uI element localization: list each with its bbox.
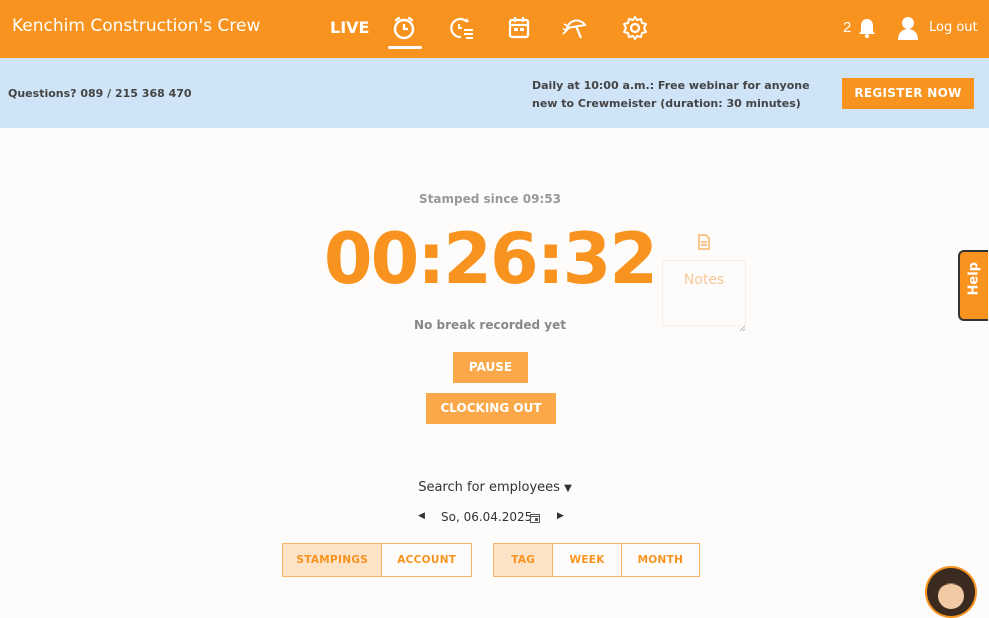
help-label: Help: [966, 262, 982, 296]
user-icon[interactable]: [897, 16, 919, 40]
tab-stampings[interactable]: STAMPINGS: [283, 544, 383, 576]
info-banner: Questions? 089 / 215 368 470 Daily at 10…: [0, 58, 989, 128]
calendar-icon[interactable]: [505, 14, 533, 42]
prev-day-icon[interactable]: ◀: [418, 511, 425, 521]
support-phone: Questions? 089 / 215 368 470: [8, 87, 192, 100]
stopwatch-icon[interactable]: [390, 14, 418, 42]
document-icon: [697, 234, 711, 250]
search-employees-dropdown[interactable]: Search for employees ▼: [0, 480, 989, 495]
pause-button[interactable]: PAUSE: [453, 352, 528, 383]
search-employees-label: Search for employees: [418, 480, 560, 495]
clock-out-button[interactable]: CLOCKING OUT: [426, 393, 556, 424]
tab-tag[interactable]: TAG: [494, 544, 554, 576]
view-toggle: STAMPINGS ACCOUNT: [282, 543, 472, 577]
next-day-icon[interactable]: ▶: [557, 511, 564, 521]
period-toggle: TAG WEEK MONTH: [493, 543, 700, 577]
caret-down-icon: ▼: [564, 483, 572, 494]
help-tab[interactable]: Help: [958, 250, 988, 321]
tab-week[interactable]: WEEK: [553, 544, 622, 576]
webinar-notice: Daily at 10:00 a.m.: Free webinar for an…: [532, 79, 810, 110]
tab-account[interactable]: ACCOUNT: [382, 544, 471, 576]
notification-count[interactable]: 2: [843, 19, 851, 36]
date-navigator: ◀ So, 06.04.2025 ▶: [418, 510, 568, 528]
company-name: Kenchim Construction's Crew: [12, 16, 261, 36]
calendar-small-icon[interactable]: [530, 512, 540, 523]
bell-icon[interactable]: [857, 17, 877, 39]
elapsed-timer: 00:26:32: [323, 218, 658, 300]
resize-handle-icon[interactable]: [739, 319, 746, 332]
top-navigation-bar: Kenchim Construction's Crew LIVE 2 Log o…: [0, 0, 989, 58]
notes-textarea[interactable]: Notes: [662, 260, 746, 326]
settings-icon[interactable]: [621, 14, 649, 42]
vacation-icon[interactable]: [561, 14, 589, 42]
nav-live[interactable]: LIVE: [330, 18, 369, 37]
time-list-icon[interactable]: [447, 14, 475, 42]
support-avatar[interactable]: [925, 566, 977, 618]
break-status: No break recorded yet: [414, 318, 566, 332]
active-nav-indicator: [388, 46, 422, 49]
logout-link[interactable]: Log out: [929, 20, 978, 35]
stamped-since-label: Stamped since 09:53: [419, 192, 561, 206]
tab-month[interactable]: MONTH: [622, 544, 699, 576]
register-now-button[interactable]: REGISTER NOW: [842, 78, 974, 109]
current-date[interactable]: So, 06.04.2025: [441, 510, 532, 524]
